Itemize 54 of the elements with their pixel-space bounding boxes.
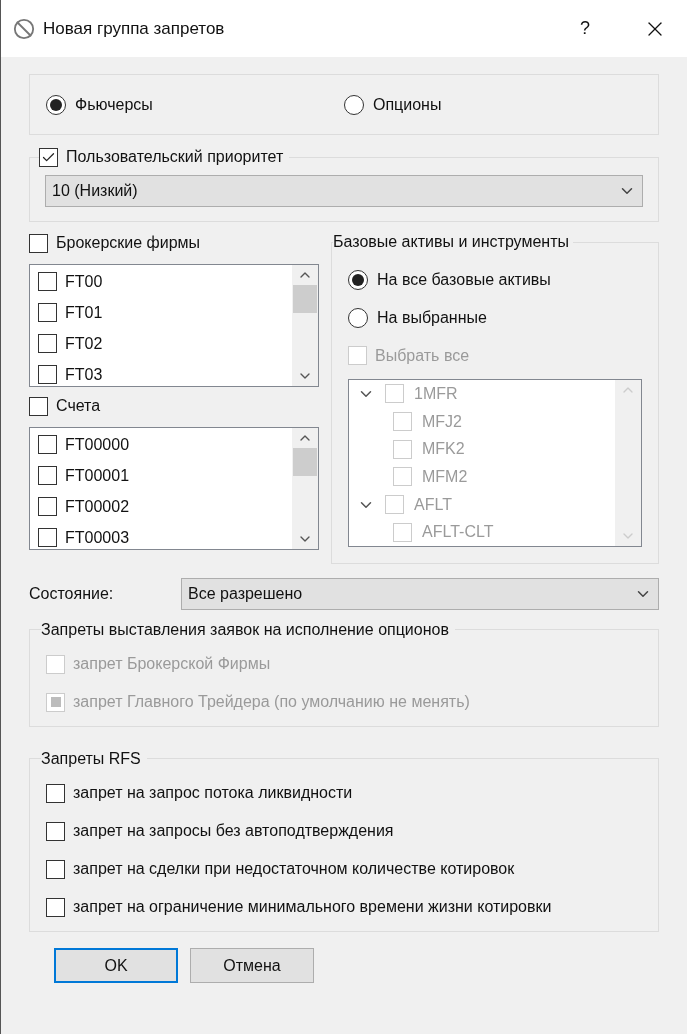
checkbox-label: Счета <box>56 396 101 416</box>
radio-button[interactable] <box>348 307 368 328</box>
checkbox-label: запрет на ограничение минимального времени жизни котировки <box>73 897 552 917</box>
radio-button[interactable] <box>344 94 364 115</box>
checkbox[interactable] <box>29 396 48 416</box>
checkbox-label: запрет на запрос потока ликвидности <box>73 783 353 803</box>
checkbox-label: Брокерские фирмы <box>56 233 201 253</box>
list-item[interactable]: FT00002 <box>65 494 130 519</box>
checkbox[interactable] <box>38 365 57 384</box>
checkbox[interactable] <box>46 859 65 879</box>
checkbox[interactable] <box>38 435 57 454</box>
window-title: Новая группа запретов <box>43 17 226 40</box>
checkbox[interactable] <box>38 466 57 485</box>
indeterminate-square-icon <box>50 697 61 707</box>
radio-label: Опционы <box>373 94 442 115</box>
checkbox-label: Пользовательский приоритет <box>66 147 284 167</box>
list-item[interactable]: FT00 <box>65 269 103 294</box>
dialog-button[interactable]: Отмена <box>190 948 314 983</box>
scrollbar[interactable] <box>292 428 318 549</box>
radio-button[interactable] <box>348 269 368 290</box>
checkbox[interactable] <box>29 233 48 253</box>
checkbox[interactable] <box>38 528 57 547</box>
checkbox[interactable] <box>46 897 65 917</box>
help-button[interactable]: ? <box>565 15 605 42</box>
checkbox[interactable] <box>39 147 58 167</box>
radio-label: Фьючерсы <box>75 94 153 115</box>
radio-button[interactable] <box>46 94 66 115</box>
state-select[interactable]: Все разрешено <box>181 578 659 610</box>
checkbox-label: запрет на запросы без автоподтверждения <box>73 821 394 841</box>
checkbox[interactable] <box>38 497 57 516</box>
checkbox-label: запрет Брокерской Фирмы <box>73 654 271 674</box>
list-item[interactable]: FT00003 <box>65 525 130 549</box>
radio-label: На выбранные <box>377 307 487 328</box>
list-item[interactable]: FT02 <box>65 331 103 356</box>
priority-select[interactable]: 10 (Низкий) <box>45 175 643 207</box>
dialog-button[interactable]: OK <box>54 948 178 983</box>
checkbox-label: запрет Главного Трейдера (по умолчанию не менять) <box>73 692 470 712</box>
checkbox[interactable] <box>38 334 57 353</box>
list-item[interactable]: FT03 <box>65 362 103 386</box>
scroll-thumb[interactable] <box>293 285 317 313</box>
checkbox[interactable] <box>46 821 65 841</box>
prohibited-icon <box>13 17 35 40</box>
list-item[interactable]: FT00000 <box>65 432 130 457</box>
scroll-thumb[interactable] <box>293 448 317 476</box>
checkbox[interactable] <box>38 303 57 322</box>
radio-label: На все базовые активы <box>377 269 551 290</box>
list-item[interactable]: FT00001 <box>65 463 130 488</box>
checkbox[interactable] <box>38 272 57 291</box>
list-item[interactable]: FT01 <box>65 300 103 325</box>
field-label: Состояние: <box>29 584 115 604</box>
scrollbar[interactable] <box>292 265 318 386</box>
checkbox-label: запрет на сделки при недостаточном количестве котировок <box>73 859 515 879</box>
checkbox-label: Выбрать все <box>375 345 470 366</box>
checkbox[interactable] <box>46 783 65 803</box>
